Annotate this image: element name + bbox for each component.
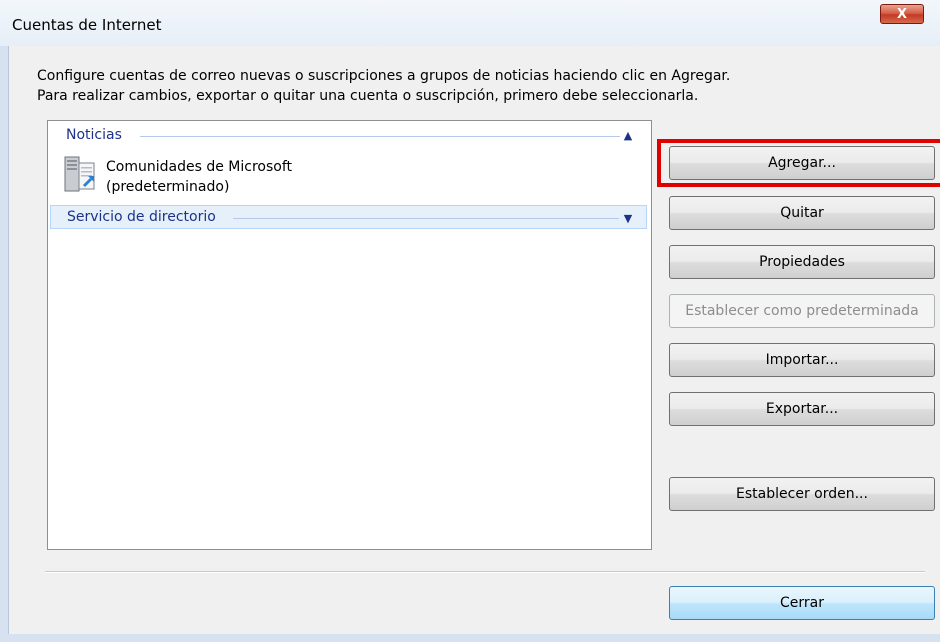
close-button[interactable]: Cerrar bbox=[669, 586, 935, 620]
add-button-highlight bbox=[657, 139, 940, 187]
close-window-button[interactable]: X bbox=[880, 4, 924, 24]
news-server-icon bbox=[64, 156, 95, 192]
dialog-description: Configure cuentas de correo nuevas o sus… bbox=[37, 66, 730, 106]
group-label-news: Noticias bbox=[66, 127, 122, 143]
set-default-button[interactable]: Establecer como predeterminada bbox=[669, 294, 935, 328]
set-order-button[interactable]: Establecer orden... bbox=[669, 477, 935, 511]
accounts-list[interactable]: Noticias ▲ Comunidades de Microsoft (pre… bbox=[47, 120, 652, 550]
group-divider bbox=[233, 218, 619, 219]
account-detail: (predeterminado) bbox=[106, 179, 230, 195]
list-item-microsoft-communities[interactable]: Comunidades de Microsoft (predeterminado… bbox=[62, 155, 632, 199]
description-line-1: Configure cuentas de correo nuevas o sus… bbox=[37, 68, 731, 84]
title-bar: Cuentas de Internet X bbox=[0, 0, 940, 47]
account-label: Comunidades de Microsoft (predeterminado… bbox=[106, 157, 292, 197]
window-title: Cuentas de Internet bbox=[12, 16, 162, 34]
group-header-news[interactable]: Noticias ▲ bbox=[50, 125, 647, 147]
dialog-content: Configure cuentas de correo nuevas o sus… bbox=[9, 46, 940, 634]
window-frame-bottom bbox=[0, 634, 940, 642]
import-button[interactable]: Importar... bbox=[669, 343, 935, 377]
group-divider bbox=[140, 136, 620, 137]
chevron-down-icon[interactable]: ▼ bbox=[620, 208, 636, 228]
account-name: Comunidades de Microsoft bbox=[106, 159, 292, 175]
group-label-directory-service: Servicio de directorio bbox=[67, 209, 216, 225]
chevron-up-icon[interactable]: ▲ bbox=[620, 125, 636, 145]
window-frame-left bbox=[0, 46, 9, 642]
footer-separator bbox=[45, 571, 925, 573]
properties-button[interactable]: Propiedades bbox=[669, 245, 935, 279]
group-header-directory-service[interactable]: Servicio de directorio ▼ bbox=[50, 205, 647, 229]
close-icon: X bbox=[896, 6, 908, 22]
description-line-2: Para realizar cambios, exportar o quitar… bbox=[37, 88, 699, 104]
remove-button[interactable]: Quitar bbox=[669, 196, 935, 230]
export-button[interactable]: Exportar... bbox=[669, 392, 935, 426]
